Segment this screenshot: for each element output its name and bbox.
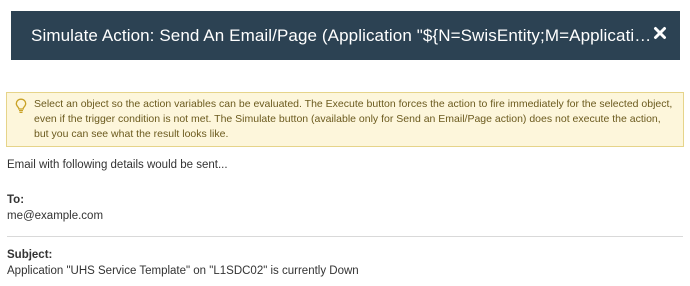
dialog-title-bar: Simulate Action: Send An Email/Page (App… [11,11,680,60]
subject-label: Subject: [7,249,53,261]
dialog-title: Simulate Action: Send An Email/Page (App… [31,25,654,45]
lightbulb-icon [15,98,27,113]
to-label: To: [7,194,25,206]
intro-text: Email with following details would be se… [7,159,228,171]
subject-value: Application "UHS Service Template" on "L… [7,265,359,277]
divider [7,236,683,237]
to-value: me@example.com [7,210,104,222]
close-icon[interactable] [653,26,667,40]
hint-text: Select an object so the action variables… [34,98,673,140]
hint-box: Select an object so the action variables… [6,92,684,147]
simulate-action-dialog: Simulate Action: Send An Email/Page (App… [0,0,690,286]
